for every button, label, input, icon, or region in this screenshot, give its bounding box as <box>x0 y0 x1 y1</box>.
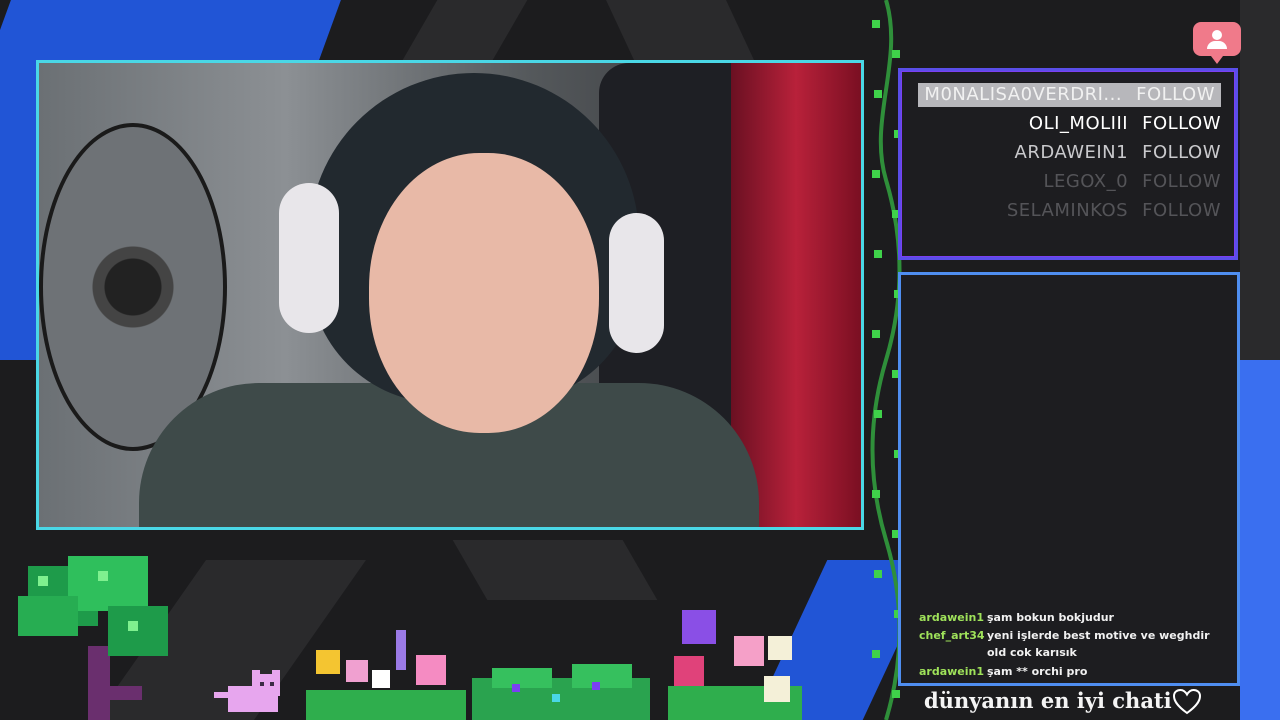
follow-label: FOLLOW <box>1142 171 1221 192</box>
follow-label: FOLLOW <box>1136 84 1215 105</box>
chat-text: şam ** orchi pro <box>987 665 1088 678</box>
chat-username: ardawein1 <box>919 611 985 624</box>
follower-name: OLI_MOLIII <box>1028 113 1129 134</box>
follow-label: FOLLOW <box>1142 113 1221 134</box>
follower-name: LEGOX_0 <box>1043 171 1129 192</box>
chat-panel: ardawein1 şam bokun bokjudur chef_art34 ye… <box>898 272 1240 686</box>
pixel-flowers-right <box>668 610 802 720</box>
user-icon[interactable] <box>1193 22 1241 64</box>
pixel-tree <box>18 556 168 720</box>
pixel-bush <box>472 664 650 720</box>
chat-title: dünyanın en iyi chati <box>924 688 1172 713</box>
follower-row: M0NALISA0VERDRI... FOLLOW <box>918 83 1221 107</box>
follower-name: ARDAWEIN1 <box>1014 142 1129 163</box>
pixel-cat <box>214 670 280 712</box>
chat-text: şam bokun bokjudur <box>987 611 1114 624</box>
follower-list: M0NALISA0VERDRI... FOLLOW OLI_MOLIII FOLLO… <box>898 68 1238 260</box>
chat-message: chef_art34 yeni işlerde best motive ve we… <box>919 627 1229 661</box>
chat-message: ardawein1 şam ** orchi pro <box>919 663 1229 680</box>
follow-label: FOLLOW <box>1142 200 1221 221</box>
chat-username: chef_art34 <box>919 629 985 642</box>
chat-message: ardawein1 şam bokun bokjudur <box>919 609 1229 626</box>
chat-username: ardawein1 <box>919 665 985 678</box>
follower-row: OLI_MOLIII FOLLOW <box>1029 112 1221 136</box>
chat-text: yeni işlerde best motive ve weghdir old … <box>987 629 1210 659</box>
follower-row: ARDAWEIN1 FOLLOW <box>1015 141 1222 165</box>
follower-row: LEGOX_0 FOLLOW <box>1043 170 1221 194</box>
heart-outline-icon <box>1172 688 1202 715</box>
follow-label: FOLLOW <box>1142 142 1221 163</box>
follower-row: SELAMINKOS FOLLOW <box>1007 199 1221 223</box>
follower-name: SELAMINKOS <box>1006 200 1129 221</box>
follower-name: M0NALISA0VERDRI... <box>924 84 1123 105</box>
webcam-feed <box>36 60 864 530</box>
pixel-flowers <box>306 630 466 720</box>
